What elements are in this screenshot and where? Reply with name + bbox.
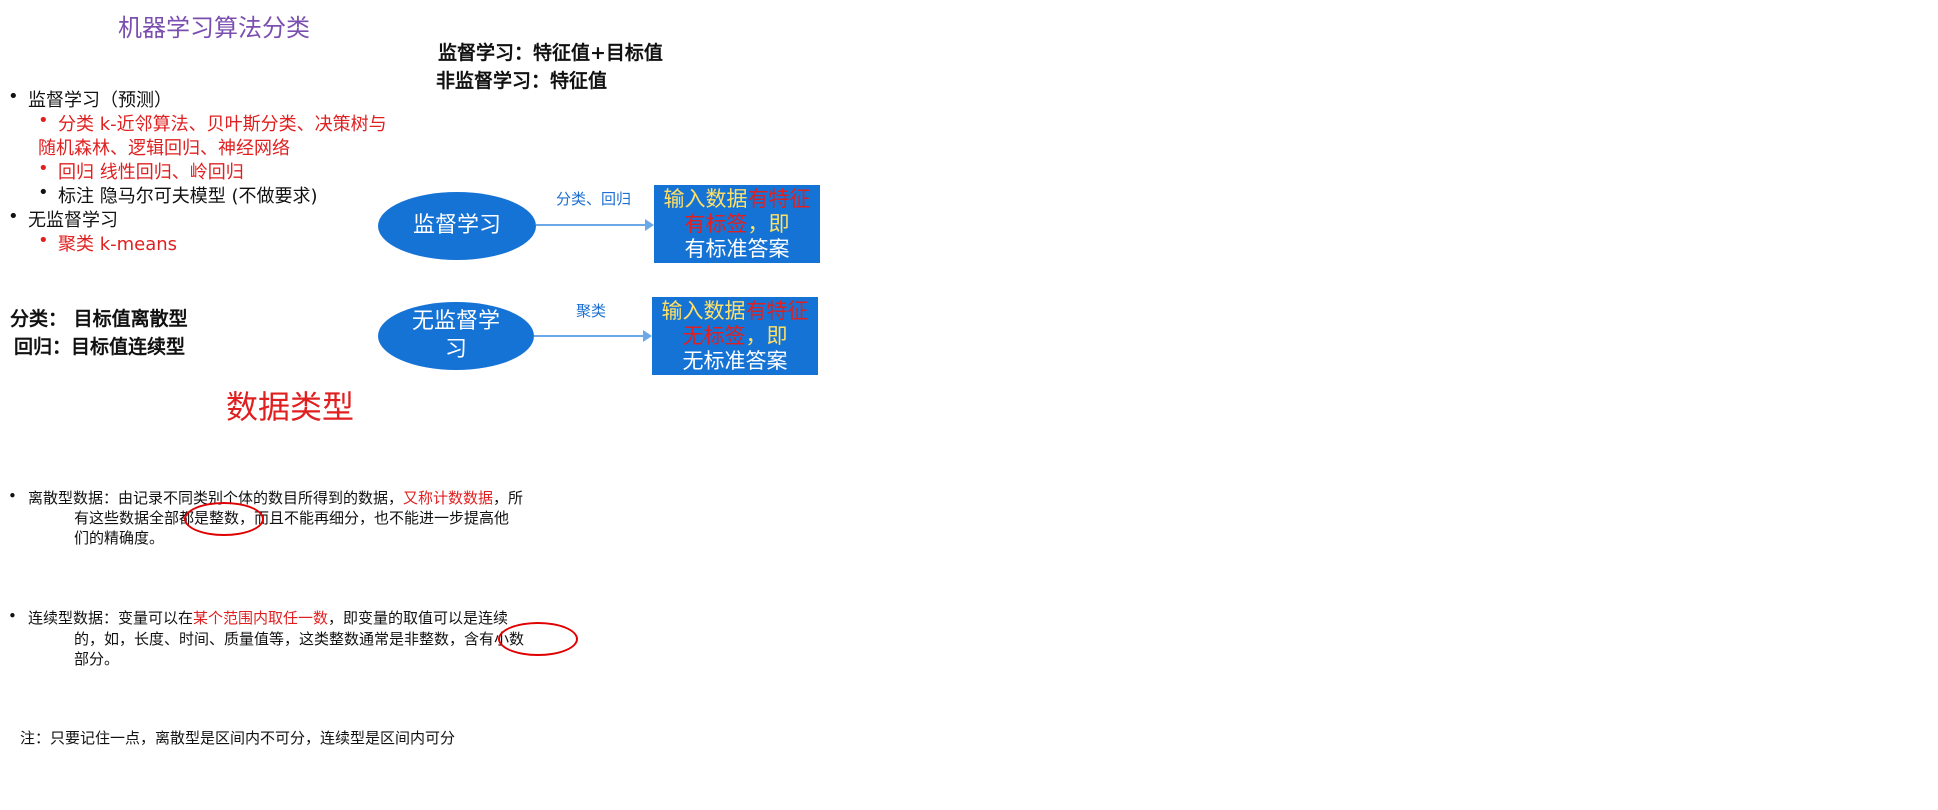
unsupervised-box: 输入数据有特征无标签，即 无标准答案 bbox=[652, 297, 818, 375]
unsupervised-definition: 非监督学习：特征值 bbox=[436, 70, 608, 92]
discrete-line3: 们的精确度。 bbox=[74, 529, 165, 547]
continuous-line2-a: 的，如，长度、时间、质量值等，这类整数通常是非整数， bbox=[74, 630, 465, 648]
continuous-highlight: 某个范围内取任一数 bbox=[193, 609, 329, 627]
supervised-box-answer: 有标准答案 bbox=[684, 237, 790, 261]
unsupervised-box-comma: ，即 bbox=[745, 324, 788, 348]
discrete-line2-a: 有这些数据全部 bbox=[74, 509, 180, 527]
unsupervised-node-label: 无监督学习 bbox=[411, 309, 500, 362]
continuous-line3: 部分。 bbox=[74, 650, 120, 668]
unsupervised-box-yellow: 输入数据 bbox=[661, 299, 746, 323]
page-title: 机器学习算法分类 bbox=[118, 14, 310, 42]
note-text: 注：只要记住一点，离散型是区间内不可分，连续型是区间内可分 bbox=[20, 729, 456, 747]
list-classification: 分类 k-近邻算法、贝叶斯分类、决策树与 bbox=[38, 110, 387, 136]
continuous-suffix: ，即变量的取值可以是连续 bbox=[328, 609, 509, 627]
regression-definition: 回归：目标值连续型 bbox=[14, 336, 186, 358]
discrete-line2-b: ，而且不能再细分，也不能进一步提高他 bbox=[239, 509, 510, 527]
list-regression: 回归 线性回归、岭回归 bbox=[38, 158, 244, 184]
continuous-line2: 的，如，长度、时间、质量值等，这类整数通常是非整数，含有小数 bbox=[74, 628, 524, 649]
continuous-prefix: 连续型数据：变量可以在 bbox=[28, 609, 194, 627]
supervised-node: 监督学习 bbox=[378, 192, 536, 260]
supervised-node-label: 监督学习 bbox=[412, 213, 501, 238]
list-supervised-header: 监督学习（预测） bbox=[8, 86, 172, 112]
discrete-circle-mark bbox=[184, 502, 264, 536]
list-unsupervised-header: 无监督学习 bbox=[8, 206, 118, 232]
supervised-definition: 监督学习：特征值+目标值 bbox=[438, 42, 663, 64]
unsupervised-node: 无监督学习 bbox=[378, 302, 534, 370]
continuous-line1: 连续型数据：变量可以在某个范围内取任一数，即变量的取值可以是连续 bbox=[8, 607, 509, 628]
supervised-box: 输入数据有特征有标签，即 有标准答案 bbox=[654, 185, 820, 263]
unsupervised-box-answer: 无标准答案 bbox=[682, 349, 788, 373]
supervised-arrow bbox=[536, 219, 654, 231]
supervised-box-yellow: 输入数据 bbox=[663, 187, 748, 211]
classification-definition: 分类： 目标值离散型 bbox=[10, 308, 188, 330]
list-labeling: 标注 隐马尔可夫模型 (不做要求) bbox=[38, 182, 317, 208]
supervised-edge-label: 分类、回归 bbox=[556, 190, 632, 208]
list-classification-cont: 随机森林、逻辑回归、神经网络 bbox=[38, 138, 290, 159]
discrete-line2: 有这些数据全部都是整数，而且不能再细分，也不能进一步提高他 bbox=[74, 507, 509, 528]
discrete-highlight: 又称计数数据 bbox=[403, 489, 494, 507]
continuous-circle-mark bbox=[498, 622, 578, 656]
unsupervised-arrow bbox=[534, 330, 652, 342]
data-types-heading: 数据类型 bbox=[226, 388, 355, 426]
discrete-line1: 离散型数据：由记录不同类别个体的数目所得到的数据，又称计数数据，所 bbox=[8, 487, 524, 508]
supervised-box-comma: ，即 bbox=[747, 212, 790, 236]
discrete-suffix: ，所 bbox=[493, 489, 524, 507]
list-clustering: 聚类 k-means bbox=[38, 230, 177, 256]
unsupervised-edge-label: 聚类 bbox=[576, 302, 607, 320]
